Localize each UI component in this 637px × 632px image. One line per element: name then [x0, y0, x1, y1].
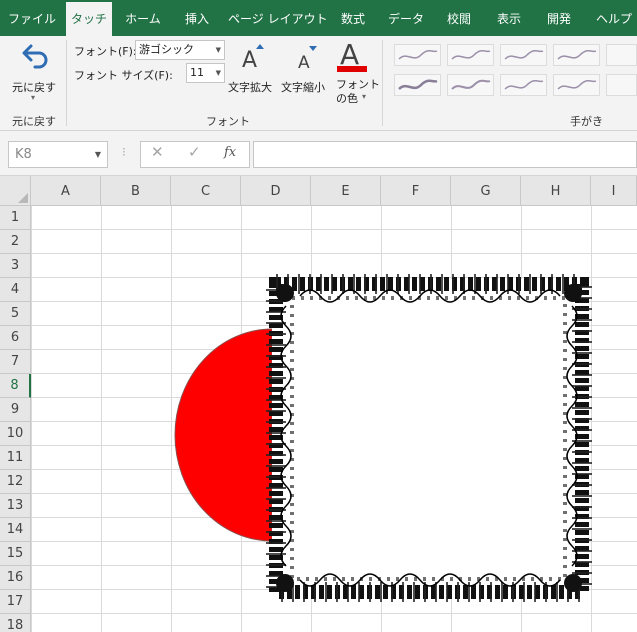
- increase-font-label: 文字拡大: [228, 81, 272, 94]
- formula-input[interactable]: [253, 141, 637, 168]
- pen-stroke-icon: [557, 79, 597, 90]
- pen-preset[interactable]: [606, 44, 637, 66]
- pen-preset[interactable]: [553, 44, 600, 66]
- pen-preset[interactable]: [394, 74, 441, 96]
- pen-stroke-icon: [504, 79, 544, 90]
- tab-formulas[interactable]: 数式: [334, 0, 372, 36]
- font-size-value: 11: [190, 66, 204, 79]
- tab-insert[interactable]: 挿入: [176, 0, 218, 36]
- font-name-label: フォント(F):: [74, 45, 137, 58]
- pen-preset[interactable]: [447, 44, 494, 66]
- arrow-up-icon: [256, 44, 264, 49]
- tab-review[interactable]: 校閲: [440, 0, 478, 36]
- chevron-down-icon: ▼: [215, 46, 221, 54]
- shapes-layer: [174, 274, 592, 602]
- worksheet-grid: ABCDEFGHI 1 2 3 4 5 6 7 8 9 10 11 12 13 14 15 16 17 18: [0, 176, 637, 632]
- separator: [66, 40, 67, 126]
- pen-preset[interactable]: [500, 44, 547, 66]
- font-color-button[interactable]: A フォント の色 ▾: [334, 38, 380, 108]
- undo-group-label: 元に戻す: [12, 115, 56, 128]
- pen-stroke-icon: [398, 49, 438, 60]
- pen-preset[interactable]: [606, 74, 637, 96]
- tab-file[interactable]: ファイル: [6, 0, 58, 36]
- pen-stroke-icon: [451, 79, 491, 90]
- insert-function-icon[interactable]: fx: [224, 145, 236, 160]
- tab-touch[interactable]: タッチ: [66, 0, 112, 36]
- font-color-label-2: の色: [336, 92, 358, 105]
- font-name-value: 游ゴシック: [139, 43, 194, 56]
- chevron-down-icon: ▾: [31, 93, 36, 102]
- name-box-value: K8: [15, 147, 32, 162]
- tab-data[interactable]: データ: [384, 0, 428, 36]
- chevron-down-icon: ▾: [362, 92, 367, 101]
- cancel-icon[interactable]: ✕: [151, 143, 164, 161]
- ink-group-label: 手がき: [570, 115, 603, 128]
- pen-preset[interactable]: [447, 74, 494, 96]
- tab-help[interactable]: ヘルプ: [592, 0, 636, 36]
- font-increase-icon: A: [242, 48, 258, 73]
- decrease-font-button[interactable]: A 文字縮小: [281, 40, 331, 100]
- arrow-down-icon: [309, 46, 317, 51]
- chevron-down-icon: ▼: [94, 150, 101, 159]
- tab-home[interactable]: ホーム: [118, 0, 168, 36]
- half-circle-shape[interactable]: [174, 328, 273, 542]
- pen-stroke-icon: [451, 49, 491, 60]
- enter-icon[interactable]: ✓: [188, 143, 201, 161]
- increase-font-button[interactable]: A 文字拡大: [228, 40, 278, 100]
- tab-view[interactable]: 表示: [490, 0, 528, 36]
- menu-bar: ファイル タッチ ホーム 挿入 ページ レイアウト 数式 データ 校閲 表示 開…: [0, 0, 637, 36]
- pen-preset[interactable]: [553, 74, 600, 96]
- font-decrease-icon: A: [298, 53, 310, 73]
- font-size-label: フォント サイズ(F):: [74, 69, 173, 82]
- pen-stroke-icon: [504, 49, 544, 60]
- separator: [382, 40, 383, 126]
- decrease-font-label: 文字縮小: [281, 81, 325, 94]
- decorative-frame-image[interactable]: [266, 274, 592, 602]
- font-color-swatch: [337, 66, 367, 72]
- name-box[interactable]: K8 ▼: [8, 141, 108, 168]
- undo-button[interactable]: 元に戻す ▾: [8, 40, 60, 104]
- tab-page-layout[interactable]: ページ レイアウト: [228, 0, 328, 36]
- font-name-select[interactable]: 游ゴシック ▼: [135, 40, 225, 60]
- formula-bar: K8 ▼ ⁝ ✕ ✓ fx: [0, 131, 637, 176]
- pen-stroke-icon: [557, 49, 597, 60]
- pen-preset[interactable]: [394, 44, 441, 66]
- font-size-select[interactable]: 11 ▼: [186, 63, 225, 83]
- tab-developer[interactable]: 開発: [540, 0, 578, 36]
- chevron-down-icon: ▼: [215, 69, 221, 77]
- splitter-handle-icon[interactable]: ⁝: [122, 145, 126, 159]
- font-group-label: フォント: [206, 115, 250, 128]
- ribbon: 元に戻す ▾ 元に戻す フォント(F): 游ゴシック ▼ フォント サイズ(F)…: [0, 36, 637, 131]
- pen-preset[interactable]: [500, 74, 547, 96]
- undo-arrow-icon: [22, 44, 48, 69]
- pen-stroke-icon: [398, 79, 438, 90]
